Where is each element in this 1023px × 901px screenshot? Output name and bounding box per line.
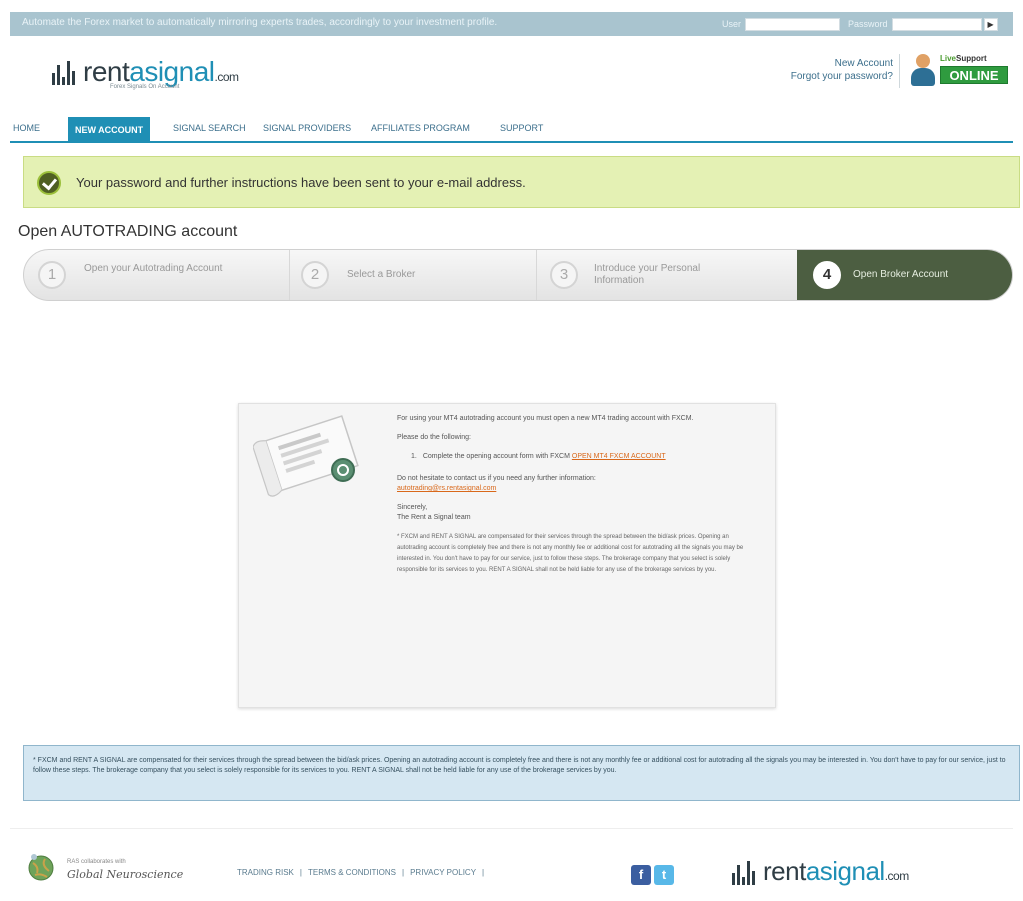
- nav-signal-providers[interactable]: SIGNAL PROVIDERS: [263, 123, 351, 133]
- new-account-link[interactable]: New Account: [791, 57, 893, 70]
- success-message: Your password and further instructions h…: [23, 156, 1020, 208]
- forgot-password-link[interactable]: Forgot your password?: [791, 70, 893, 83]
- logo-bars-icon: [52, 59, 77, 85]
- partner-caption: RAS collaborates with: [67, 859, 126, 865]
- nav-signal-search[interactable]: SIGNAL SEARCH: [173, 123, 246, 133]
- sign-off: Sincerely, The Rent a Signal team: [397, 503, 747, 523]
- nav-support[interactable]: SUPPORT: [500, 123, 543, 133]
- privacy-policy-link[interactable]: PRIVACY POLICY: [410, 868, 476, 877]
- nav-new-account[interactable]: NEW ACCOUNT: [68, 117, 151, 143]
- terms-conditions-link[interactable]: TERMS & CONDITIONS: [308, 868, 396, 877]
- contact-text: Do not hesitate to contact us if you nee…: [397, 475, 596, 482]
- footer-logo[interactable]: rentasignal.com: [732, 856, 909, 887]
- online-badge: ONLINE: [940, 66, 1008, 84]
- account-links: New Account Forgot your password?: [791, 57, 893, 83]
- card-content: For using your MT4 autotrading account y…: [397, 414, 747, 585]
- social-links: f t: [631, 865, 677, 885]
- footer-links: TRADING RISK | TERMS & CONDITIONS | PRIVACY …: [237, 868, 485, 877]
- progress-steps: 1 Open your Autotrading Account 2 Select…: [23, 249, 1013, 301]
- step-1-number: 1: [38, 261, 66, 289]
- instruction-item: 1. Complete the opening account form wit…: [411, 452, 747, 462]
- password-input[interactable]: [891, 17, 982, 31]
- password-login: Password ▶: [848, 17, 998, 31]
- user-login: User: [722, 17, 841, 31]
- signature-text: The Rent a Signal team: [397, 514, 471, 521]
- globe-icon: [28, 854, 54, 881]
- broker-instructions-card: For using your MT4 autotrading account y…: [238, 403, 776, 708]
- header-divider: [899, 54, 900, 88]
- check-circle-icon: [37, 171, 61, 195]
- open-fxcm-account-link[interactable]: OPEN MT4 FXCM ACCOUNT: [572, 453, 666, 460]
- main-nav: HOME NEW ACCOUNT SIGNAL SEARCH SIGNAL PR…: [10, 115, 1013, 143]
- login-go-button[interactable]: ▶: [983, 17, 998, 31]
- live-support-widget[interactable]: LiveSupport ONLINE: [910, 52, 1010, 92]
- step-1-label: Open your Autotrading Account: [84, 263, 223, 274]
- instructions-heading: Please do the following:: [397, 434, 471, 441]
- site-logo[interactable]: rentasignal.com Forex Signals On Account: [52, 56, 239, 90]
- top-bar: Automate the Forex market to automatical…: [10, 12, 1013, 36]
- compensation-notice: * FXCM and RENT A SIGNAL are compensated…: [23, 745, 1020, 801]
- support-agent-icon: [910, 54, 936, 88]
- instruction-number: 1.: [411, 453, 417, 460]
- live-support-label: LiveSupport: [940, 54, 987, 63]
- nav-home[interactable]: HOME: [13, 123, 40, 133]
- step-2-number: 2: [301, 261, 329, 289]
- footer-divider: [10, 828, 1013, 829]
- nav-affiliates-program[interactable]: AFFILIATES PROGRAM: [371, 123, 470, 133]
- contact-email-link[interactable]: autotrading@rs.rentasignal.com: [397, 485, 496, 492]
- user-input[interactable]: [745, 17, 841, 31]
- step-4-number: 4: [813, 261, 841, 289]
- logo-tagline: Forex Signals On Account: [110, 84, 180, 90]
- step-4-active: 4 Open Broker Account: [797, 250, 1012, 300]
- step-3-number: 3: [550, 261, 578, 289]
- partner-name[interactable]: Global Neuroscience: [67, 868, 183, 881]
- step-1: 1 Open your Autotrading Account: [24, 250, 289, 300]
- document-certificate-icon: [253, 415, 359, 497]
- page-title: Open AUTOTRADING account: [18, 223, 238, 240]
- step-2: 2 Select a Broker: [289, 250, 536, 300]
- instruction-text: Complete the opening account form with F…: [422, 453, 570, 460]
- footer-logo-wordmark: rentasignal.com: [763, 856, 909, 886]
- trading-risk-link[interactable]: TRADING RISK: [237, 868, 294, 877]
- card-intro: For using your MT4 autotrading account y…: [397, 415, 694, 422]
- contact-paragraph: Do not hesitate to contact us if you nee…: [397, 474, 747, 494]
- logo-bars-icon: [732, 859, 757, 885]
- facebook-icon[interactable]: f: [631, 865, 651, 885]
- step-2-label: Select a Broker: [347, 269, 416, 280]
- twitter-icon[interactable]: t: [654, 865, 674, 885]
- step-3-label: Introduce your Personal Information: [594, 263, 701, 286]
- notice-text: * FXCM and RENT A SIGNAL are compensated…: [33, 757, 1006, 774]
- password-label: Password: [848, 19, 888, 29]
- sign-off-text: Sincerely,: [397, 504, 428, 511]
- user-label: User: [722, 19, 742, 29]
- instruction-text-wrap: Complete the opening account form with F…: [423, 452, 666, 462]
- site-tagline: Automate the Forex market to automatical…: [22, 17, 498, 28]
- step-3: 3 Introduce your Personal Information: [536, 250, 797, 300]
- success-text: Your password and further instructions h…: [76, 175, 526, 190]
- step-4-label: Open Broker Account: [853, 269, 949, 280]
- card-disclaimer: * FXCM and RENT A SIGNAL are compensated…: [397, 534, 744, 573]
